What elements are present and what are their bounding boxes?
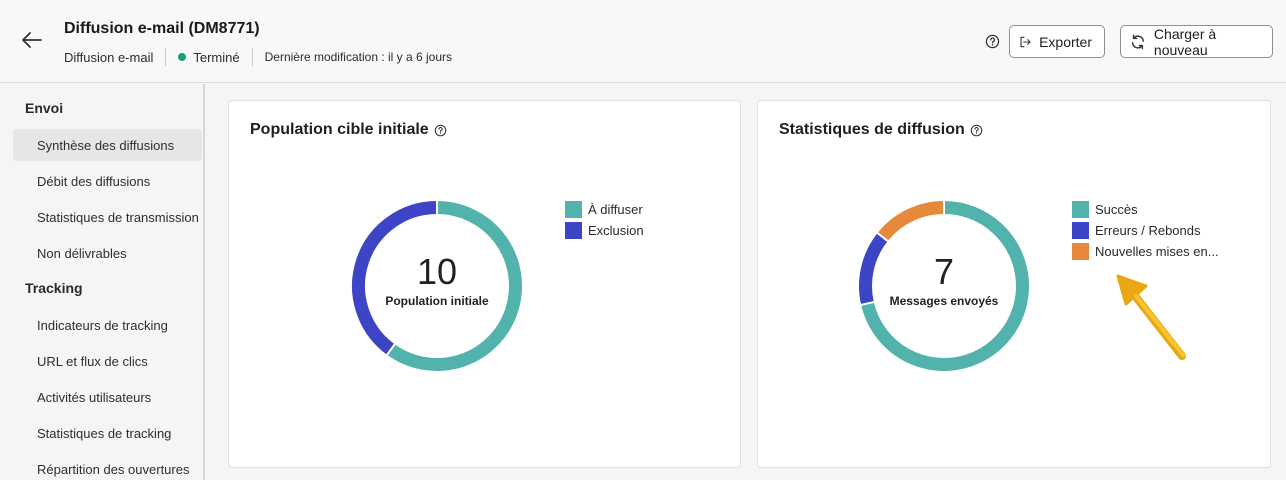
donut-total-value: 7	[933, 251, 955, 292]
status-dot-icon	[178, 53, 187, 61]
info-icon[interactable]	[970, 124, 983, 137]
card-title-text: Statistiques de diffusion	[779, 121, 965, 138]
legend-label: Exclusion	[588, 223, 644, 238]
legend-label: Erreurs / Rebonds	[1095, 223, 1201, 238]
sidebar-item-repartition-ouvertures[interactable]: Répartition des ouvertures	[13, 453, 202, 480]
card-title: Statistiques de diffusion	[779, 121, 983, 139]
sidebar-item-non-delivrables[interactable]: Non délivrables	[13, 237, 202, 269]
legend-swatch	[565, 201, 582, 218]
export-button[interactable]: Exporter	[1009, 25, 1105, 58]
reload-label: Charger à nouveau	[1153, 25, 1217, 58]
chart-legend: À diffuser Exclusion	[565, 199, 644, 241]
legend-item[interactable]: Nouvelles mises en...	[1072, 241, 1219, 262]
sidebar-item-statistiques-transmission[interactable]: Statistiques de transmission	[13, 201, 202, 233]
legend-label: Succès	[1095, 202, 1138, 217]
legend-item[interactable]: Exclusion	[565, 220, 644, 241]
back-arrow-icon[interactable]	[20, 28, 44, 52]
legend-swatch	[1072, 243, 1089, 260]
donut-slice-2[interactable]	[877, 201, 945, 242]
legend-item[interactable]: Erreurs / Rebonds	[1072, 220, 1219, 241]
card-title: Population cible initiale	[250, 121, 447, 139]
card-population-cible: Population cible initiale 10 Population …	[228, 100, 741, 468]
legend-item[interactable]: Succès	[1072, 199, 1219, 220]
refresh-icon	[1131, 34, 1144, 49]
sidebar-item-synthese[interactable]: Synthèse des diffusions	[13, 129, 202, 161]
sidebar-item-activites[interactable]: Activités utilisateurs	[13, 381, 202, 413]
export-icon	[1020, 36, 1031, 47]
status-badge: Terminé	[193, 49, 240, 65]
legend-item[interactable]: À diffuser	[565, 199, 644, 220]
annotation-arrow-icon	[1116, 274, 1186, 360]
delivery-meta: Diffusion e-mail Terminé Dernière modifi…	[64, 48, 452, 66]
help-icon[interactable]	[985, 34, 1000, 49]
sidebar-item-statistiques-tracking[interactable]: Statistiques de tracking	[13, 417, 202, 449]
sidebar: Envoi Synthèse des diffusions Débit des …	[0, 84, 205, 480]
export-label: Exporter	[1039, 33, 1092, 50]
legend-label: Nouvelles mises en...	[1095, 244, 1219, 259]
chart-legend: Succès Erreurs / Rebonds Nouvelles mises e…	[1072, 199, 1219, 262]
legend-swatch	[1072, 201, 1089, 218]
sidebar-section-tracking: Tracking	[25, 280, 83, 296]
sidebar-item-indicateurs-tracking[interactable]: Indicateurs de tracking	[13, 309, 202, 341]
page-header: Diffusion e-mail (DM8771) Diffusion e-ma…	[0, 0, 1286, 83]
sidebar-section-envoi: Envoi	[25, 100, 64, 116]
donut-center-label: Messages envoyés	[889, 294, 999, 308]
sidebar-item-debit[interactable]: Débit des diffusions	[13, 165, 202, 197]
card-statistiques-diffusion: Statistiques de diffusion 7 Messages env…	[757, 100, 1271, 468]
donut-center-label: Population initiale	[385, 294, 489, 308]
reload-button[interactable]: Charger à nouveau	[1120, 25, 1273, 58]
page-title: Diffusion e-mail (DM8771)	[64, 20, 260, 37]
last-modified: Dernière modification : il y a 6 jours	[264, 50, 453, 64]
donut-total-value: 10	[416, 251, 458, 292]
legend-label: À diffuser	[588, 202, 643, 217]
divider	[165, 48, 167, 66]
delivery-type: Diffusion e-mail	[64, 49, 154, 65]
info-icon[interactable]	[434, 124, 447, 137]
divider	[251, 48, 253, 66]
card-title-text: Population cible initiale	[250, 121, 429, 138]
sidebar-item-url-flux[interactable]: URL et flux de clics	[13, 345, 202, 377]
legend-swatch	[565, 222, 582, 239]
legend-swatch	[1072, 222, 1089, 239]
